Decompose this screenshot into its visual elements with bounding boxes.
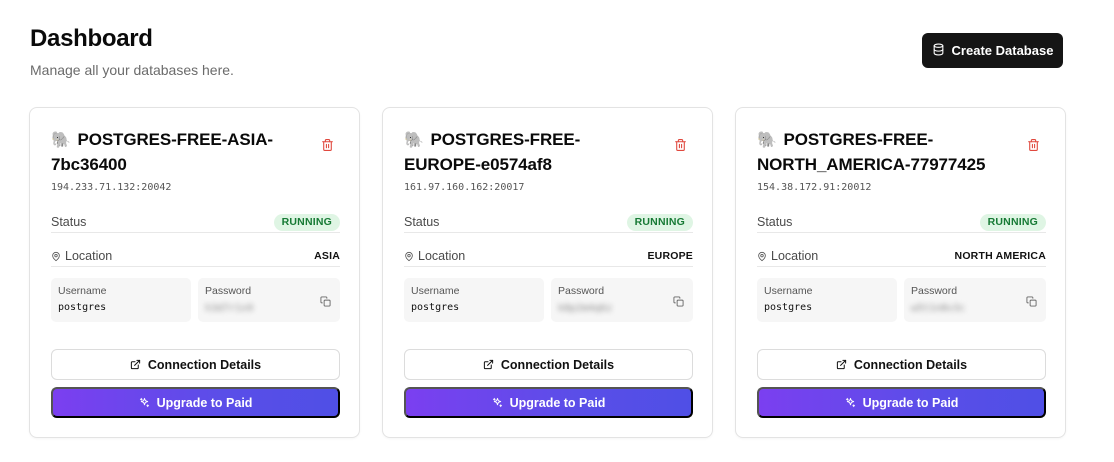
password-box: Password w5t1n8v3c: [904, 278, 1046, 322]
trash-icon: [674, 139, 686, 151]
map-pin-icon: [52, 251, 60, 261]
divider: [51, 232, 340, 233]
location-value: ASIA: [314, 250, 340, 262]
username-box: Username postgres: [51, 278, 191, 322]
host-address: 194.233.71.132:20042: [51, 182, 172, 193]
status-row: Status RUNNING: [51, 211, 340, 233]
sparkles-icon: [492, 397, 502, 408]
copy-icon: [320, 296, 331, 307]
location-label: Location: [51, 249, 112, 263]
username-label: Username: [411, 285, 460, 297]
password-box: Password k8p2m4q6z: [551, 278, 693, 322]
database-name-text: POSTGRES-FREE-ASIA-7bc36400: [51, 130, 273, 174]
username-label: Username: [764, 285, 813, 297]
status-label: Status: [51, 215, 87, 229]
elephant-emoji-icon: 🐘: [404, 132, 424, 149]
host-address: 154.38.172.91:20012: [757, 182, 872, 193]
upgrade-to-paid-button[interactable]: Upgrade to Paid: [404, 387, 693, 418]
database-name-text: POSTGRES-FREE-NORTH_AMERICA-77977425: [757, 130, 986, 174]
connection-details-button[interactable]: Connection Details: [51, 349, 340, 380]
status-badge: RUNNING: [979, 213, 1046, 231]
database-card: 🐘 POSTGRES-FREE-NORTH_AMERICA-77977425 1…: [735, 107, 1066, 438]
elephant-emoji-icon: 🐘: [51, 132, 71, 149]
username-value: postgres: [58, 302, 107, 313]
location-label-text: Location: [771, 249, 819, 263]
database-icon: [932, 43, 945, 59]
database-name-text: POSTGRES-FREE-EUROPE-e0574af8: [404, 130, 581, 174]
create-database-label: Create Database: [951, 43, 1054, 58]
trash-icon: [321, 139, 333, 151]
trash-icon: [1027, 139, 1039, 151]
copy-password-button[interactable]: [320, 294, 332, 307]
sparkles-icon: [845, 397, 855, 408]
database-name: 🐘 POSTGRES-FREE-ASIA-7bc36400: [51, 128, 291, 177]
status-label: Status: [404, 215, 440, 229]
host-address: 161.97.160.162:20017: [404, 182, 525, 193]
location-value: NORTH AMERICA: [954, 250, 1046, 262]
elephant-emoji-icon: 🐘: [757, 132, 777, 149]
username-box: Username postgres: [404, 278, 544, 322]
upgrade-to-paid-label: Upgrade to Paid: [862, 395, 959, 410]
delete-button[interactable]: [1025, 137, 1041, 153]
external-link-icon: [836, 359, 847, 370]
divider: [404, 266, 693, 267]
upgrade-to-paid-label: Upgrade to Paid: [509, 395, 606, 410]
location-label-text: Location: [65, 249, 113, 263]
map-pin-icon: [405, 251, 413, 261]
copy-icon: [1026, 296, 1037, 307]
database-name: 🐘 POSTGRES-FREE-NORTH_AMERICA-77977425: [757, 128, 997, 177]
location-label-text: Location: [418, 249, 466, 263]
location-label: Location: [404, 249, 465, 263]
copy-password-button[interactable]: [673, 294, 685, 307]
delete-button[interactable]: [319, 137, 335, 153]
sparkles-icon: [139, 397, 149, 408]
status-row: Status RUNNING: [404, 211, 693, 233]
copy-icon: [673, 296, 684, 307]
connection-details-label: Connection Details: [500, 357, 615, 372]
copy-password-button[interactable]: [1026, 294, 1038, 307]
page-header: Dashboard Manage all your databases here…: [30, 24, 234, 79]
database-card-list: 🐘 POSTGRES-FREE-ASIA-7bc36400 194.233.71…: [29, 107, 1066, 438]
location-row: Location NORTH AMERICA: [757, 245, 1046, 267]
page-subtitle: Manage all your databases here.: [30, 62, 234, 78]
external-link-icon: [130, 359, 141, 370]
username-value: postgres: [411, 302, 460, 313]
database-name: 🐘 POSTGRES-FREE-EUROPE-e0574af8: [404, 128, 644, 177]
divider: [51, 266, 340, 267]
status-row: Status RUNNING: [757, 211, 1046, 233]
username-value: postgres: [764, 302, 813, 313]
divider: [757, 266, 1046, 267]
create-database-button[interactable]: Create Database: [922, 33, 1063, 68]
connection-details-label: Connection Details: [147, 357, 262, 372]
username-label: Username: [58, 285, 107, 297]
database-card: 🐘 POSTGRES-FREE-EUROPE-e0574af8 161.97.1…: [382, 107, 713, 438]
location-value: EUROPE: [647, 250, 693, 262]
divider: [757, 232, 1046, 233]
status-label: Status: [757, 215, 793, 229]
external-link-icon: [483, 359, 494, 370]
connection-details-label: Connection Details: [853, 357, 968, 372]
password-box: Password h3d7r1x9: [198, 278, 340, 322]
delete-button[interactable]: [672, 137, 688, 153]
location-label: Location: [757, 249, 818, 263]
database-card: 🐘 POSTGRES-FREE-ASIA-7bc36400 194.233.71…: [29, 107, 360, 438]
upgrade-to-paid-button[interactable]: Upgrade to Paid: [51, 387, 340, 418]
location-row: Location EUROPE: [404, 245, 693, 267]
location-row: Location ASIA: [51, 245, 340, 267]
username-box: Username postgres: [757, 278, 897, 322]
connection-details-button[interactable]: Connection Details: [757, 349, 1046, 380]
page-title: Dashboard: [30, 25, 153, 52]
status-badge: RUNNING: [273, 213, 340, 231]
map-pin-icon: [758, 251, 766, 261]
status-badge: RUNNING: [626, 213, 693, 231]
connection-details-button[interactable]: Connection Details: [404, 349, 693, 380]
divider: [404, 232, 693, 233]
upgrade-to-paid-button[interactable]: Upgrade to Paid: [757, 387, 1046, 418]
upgrade-to-paid-label: Upgrade to Paid: [156, 395, 253, 410]
